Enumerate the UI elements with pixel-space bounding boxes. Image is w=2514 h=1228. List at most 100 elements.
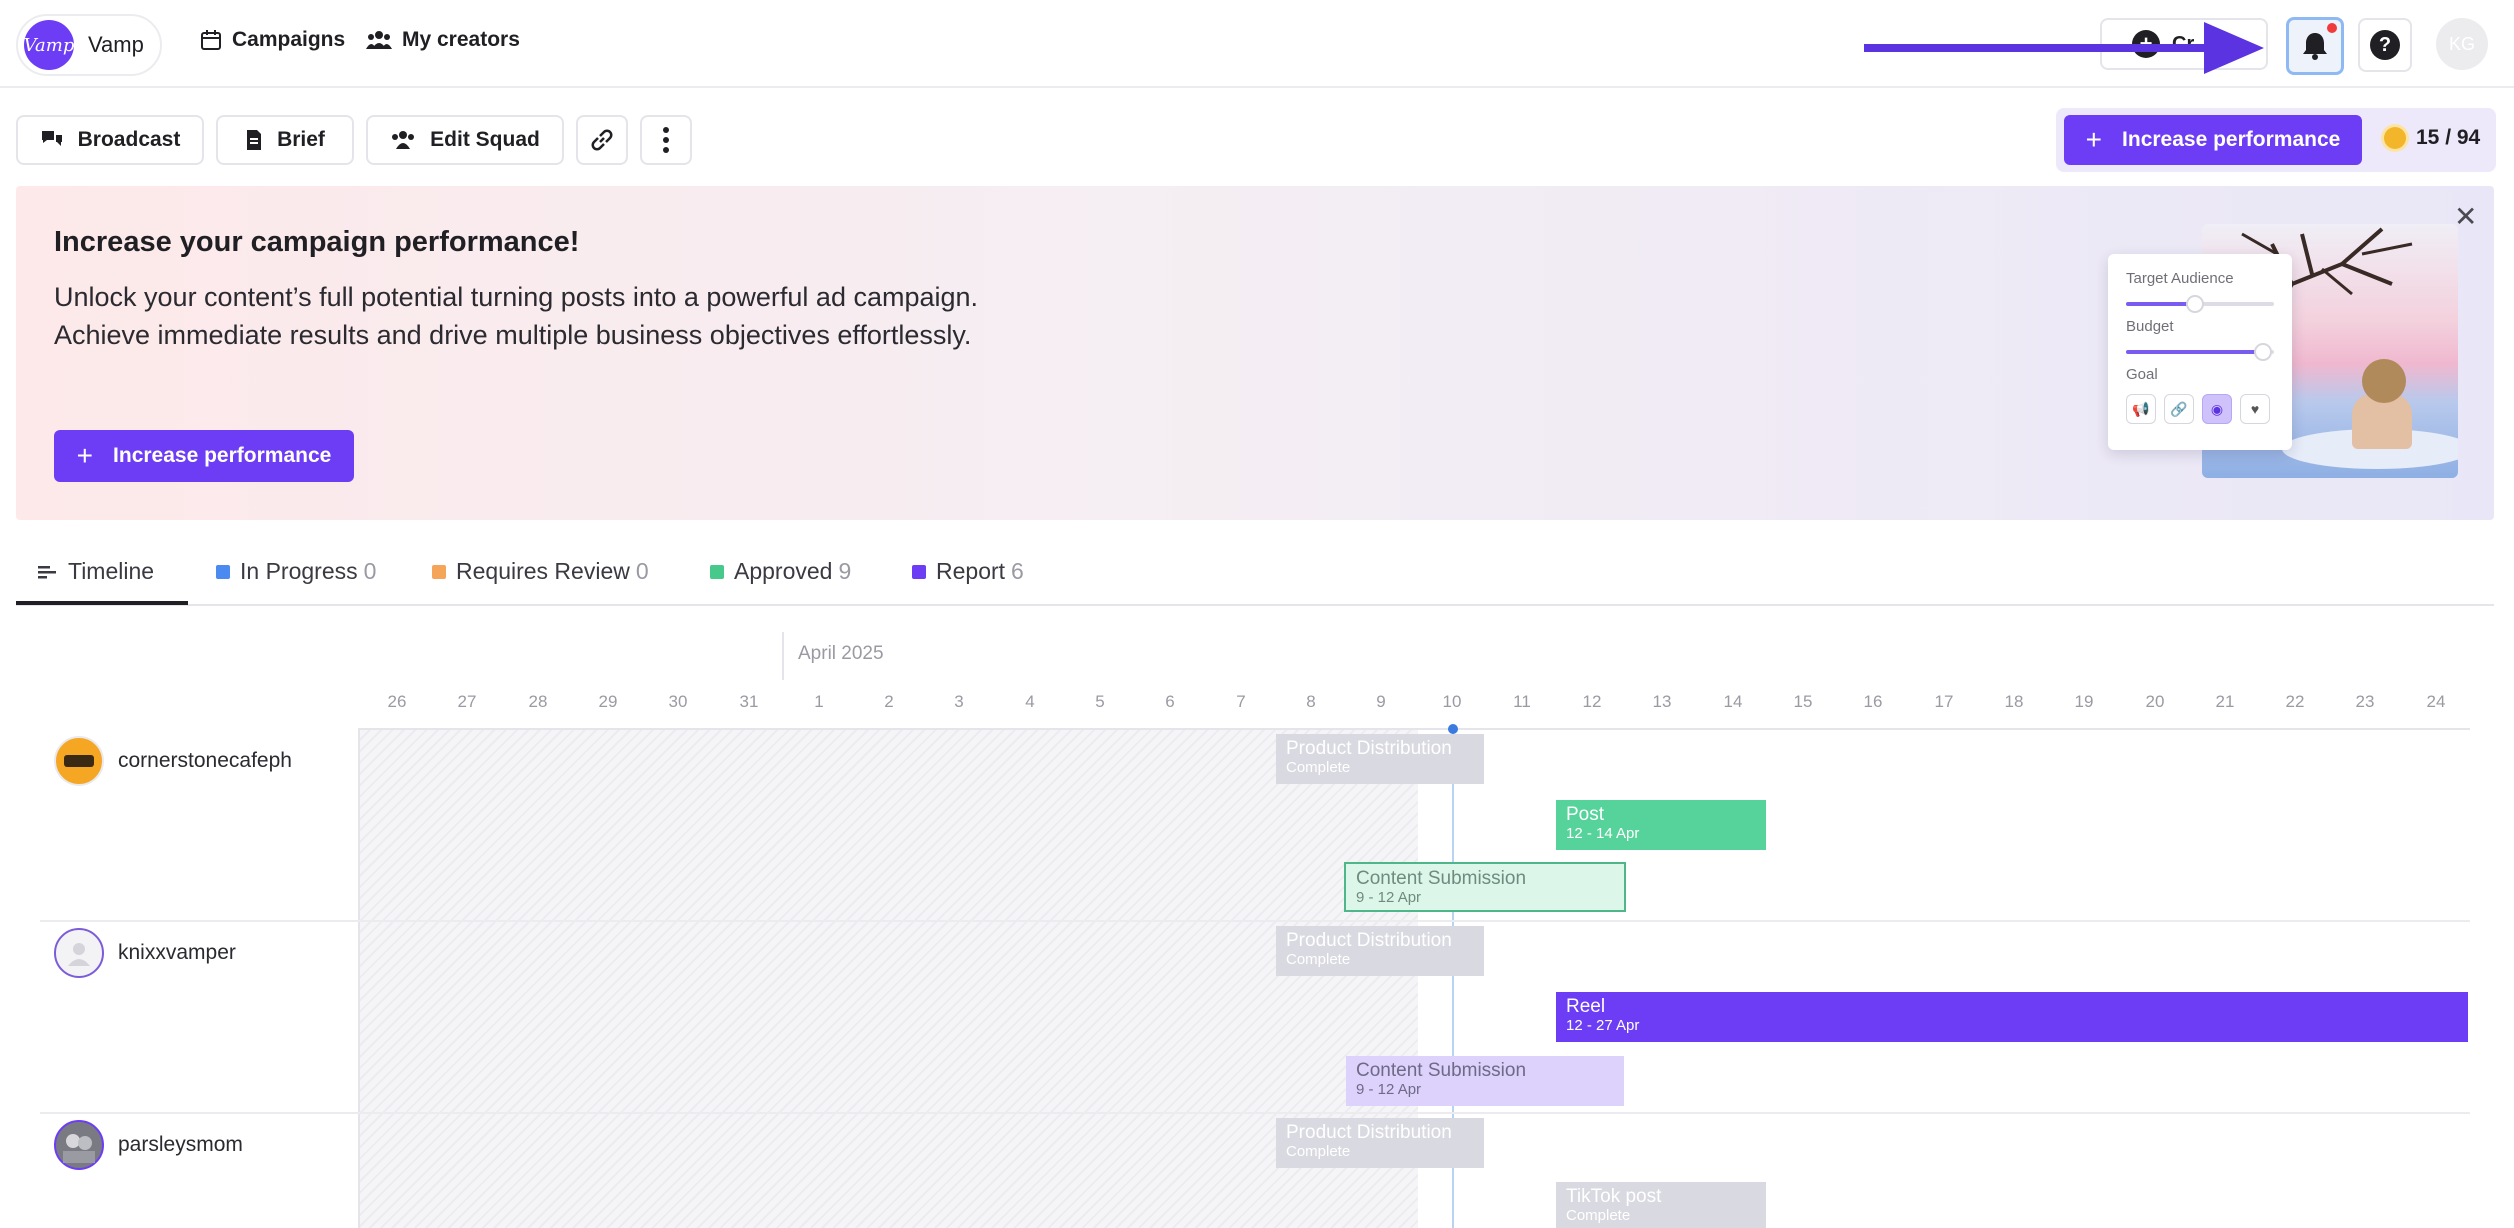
day-label: 6 xyxy=(1165,692,1175,711)
notifications-button[interactable] xyxy=(2286,17,2344,75)
tab-approved-count: 9 xyxy=(838,558,852,584)
banner-increase-performance-button[interactable]: + Increase performance xyxy=(54,430,354,482)
tab-timeline[interactable]: Timeline xyxy=(38,558,154,585)
day-label: 29 xyxy=(598,692,618,711)
day-label: 21 xyxy=(2215,692,2235,711)
row-separator xyxy=(40,1112,2470,1114)
broadcast-label: Broadcast xyxy=(77,128,181,151)
tab-requires-review[interactable]: Requires Review 0 xyxy=(432,558,649,585)
budget-fill xyxy=(2126,350,2260,354)
day-label: 27 xyxy=(457,692,477,711)
edit-squad-label: Edit Squad xyxy=(430,128,540,151)
goal-label: Goal xyxy=(2126,366,2158,383)
edit-squad-button[interactable]: Edit Squad xyxy=(366,115,564,165)
task-subtitle: Complete xyxy=(1286,759,1351,776)
more-options-button[interactable] xyxy=(640,115,692,165)
heart-icon: ♥ xyxy=(2240,394,2270,424)
task-title: Post xyxy=(1566,804,1605,825)
task-bar[interactable]: Content Submission 9 - 12 Apr xyxy=(1346,1056,1624,1106)
link-icon xyxy=(591,129,613,151)
task-bar[interactable]: Post 12 - 14 Apr xyxy=(1556,800,1766,850)
task-title: Reel xyxy=(1566,996,1606,1017)
task-subtitle: 12 - 27 Apr xyxy=(1566,1017,1640,1034)
day-label: 16 xyxy=(1863,692,1883,711)
tab-requires-review-count: 0 xyxy=(635,558,649,584)
tab-in-progress[interactable]: In Progress 0 xyxy=(216,558,376,585)
vamp-logo: Vamp xyxy=(24,20,74,70)
tab-timeline-label: Timeline xyxy=(68,558,155,584)
increase-performance-button[interactable]: + Increase performance xyxy=(2064,115,2362,165)
day-label: 11 xyxy=(1513,692,1531,711)
task-bar[interactable]: Content Submission 9 - 12 Apr xyxy=(1344,862,1626,912)
copy-link-button[interactable] xyxy=(576,115,628,165)
tab-requires-review-label: Requires Review xyxy=(456,558,630,584)
nav-campaigns-label: Campaigns xyxy=(232,28,346,51)
tab-report[interactable]: Report 6 xyxy=(912,558,1024,585)
status-tabs: Timeline In Progress 0 Requires Review 0… xyxy=(16,548,2494,606)
task-bar[interactable]: Reel 12 - 27 Apr xyxy=(1556,992,2468,1042)
link-icon: 🔗 xyxy=(2164,394,2194,424)
brand-name: Vamp xyxy=(88,32,144,57)
creator-row-knixxvamper[interactable]: knixxvamper xyxy=(54,928,236,978)
brief-button[interactable]: Brief xyxy=(216,115,354,165)
banner-button-label: Increase performance xyxy=(113,444,332,467)
performance-panel: + Increase performance 15 / 94 xyxy=(2056,108,2496,172)
plus-icon: + xyxy=(2085,124,2103,155)
creator-row-cornerstonecafeph[interactable]: cornerstonecafeph xyxy=(54,736,292,786)
day-label: 30 xyxy=(668,692,688,711)
avatar xyxy=(54,736,104,786)
calendar-icon xyxy=(201,30,221,50)
question-icon: ? xyxy=(2370,30,2400,60)
avatar-photo xyxy=(63,1134,95,1163)
task-bar[interactable]: Product Distribution Complete xyxy=(1276,1118,1484,1168)
day-label: 19 xyxy=(2074,692,2094,711)
tab-in-progress-count: 0 xyxy=(363,558,377,584)
target-audience-slider xyxy=(2126,295,2274,313)
tab-approved[interactable]: Approved 9 xyxy=(710,558,851,585)
day-label: 28 xyxy=(528,692,548,711)
task-subtitle: Complete xyxy=(1566,1207,1631,1224)
day-label: 31 xyxy=(739,692,759,711)
task-bar[interactable]: TikTok post Complete xyxy=(1556,1182,1766,1228)
day-label: 4 xyxy=(1025,692,1035,711)
broadcast-button[interactable]: Broadcast xyxy=(16,115,204,165)
budget-knob xyxy=(2254,343,2272,361)
day-label: 15 xyxy=(1793,692,1813,711)
task-subtitle: 9 - 12 Apr xyxy=(1356,889,1422,906)
task-subtitle: 12 - 14 Apr xyxy=(1566,825,1640,842)
nav-my-creators[interactable]: My creators xyxy=(366,28,520,52)
budget-slider xyxy=(2126,343,2274,361)
tab-approved-label: Approved xyxy=(734,558,833,584)
task-subtitle: Complete xyxy=(1286,1143,1351,1160)
task-bar[interactable]: Product Distribution Complete xyxy=(1276,734,1484,784)
timeline-icon xyxy=(38,565,56,578)
banner-title: Increase your campaign performance! xyxy=(54,226,580,258)
day-label: 17 xyxy=(1934,692,1954,711)
banner-description-line-1: Unlock your content’s full potential tur… xyxy=(54,282,979,312)
nav-campaigns[interactable]: Campaigns xyxy=(200,28,345,52)
day-label: 5 xyxy=(1095,692,1105,711)
report-color-square xyxy=(912,564,926,579)
target-audience-knob xyxy=(2186,295,2204,313)
approved-color-square xyxy=(710,564,724,579)
creator-row-parsleysmom[interactable]: parsleysmom xyxy=(54,1120,243,1170)
day-label: 20 xyxy=(2145,692,2165,711)
day-label: 22 xyxy=(2285,692,2305,711)
day-label: 8 xyxy=(1306,692,1316,711)
user-avatar[interactable]: KG xyxy=(2436,18,2488,70)
chat-bubbles-icon xyxy=(41,131,62,146)
budget-label: Budget xyxy=(2126,318,2174,335)
increase-performance-label: Increase performance xyxy=(2122,128,2341,151)
day-label: 23 xyxy=(2355,692,2375,711)
task-title: Product Distribution xyxy=(1286,1122,1452,1143)
performance-score-value: 15 / 94 xyxy=(2416,126,2481,149)
brand-switcher[interactable]: Vamp Vamp xyxy=(16,14,162,76)
avatar xyxy=(54,928,104,978)
day-label: 12 xyxy=(1582,692,1602,711)
task-subtitle: 9 - 12 Apr xyxy=(1356,1081,1422,1098)
tab-in-progress-label: In Progress xyxy=(240,558,358,584)
task-bar[interactable]: Product Distribution Complete xyxy=(1276,926,1484,976)
creator-name: knixxvamper xyxy=(118,941,236,964)
help-button[interactable]: ? xyxy=(2358,18,2412,72)
day-label: 24 xyxy=(2426,692,2446,711)
